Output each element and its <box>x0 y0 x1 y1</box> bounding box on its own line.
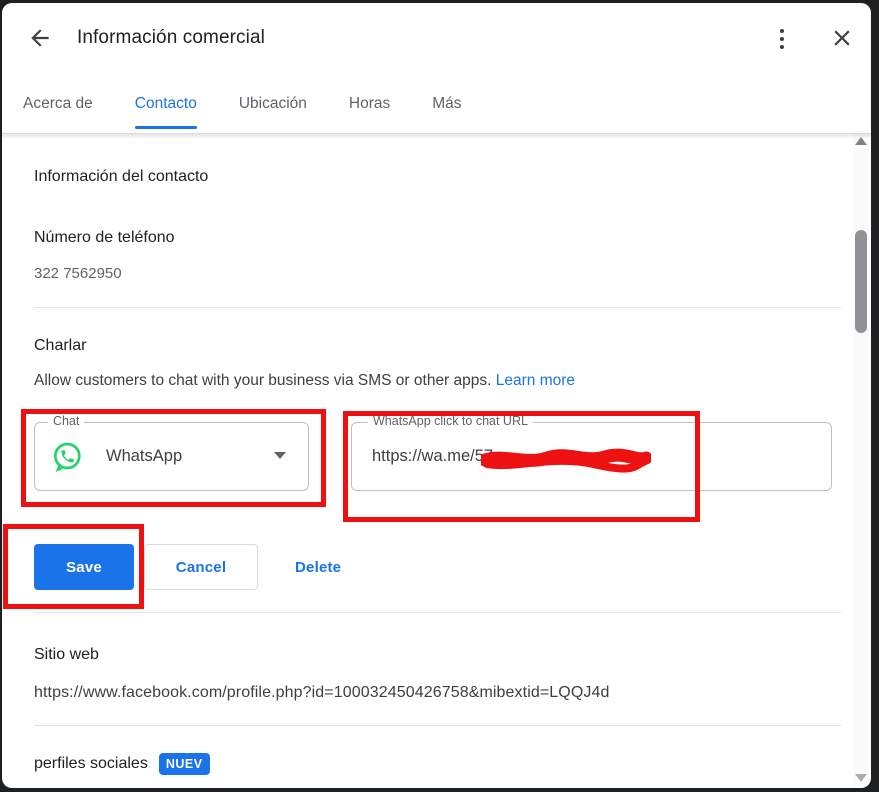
social-profiles-row: perfiles sociales NUEV <box>34 753 853 775</box>
chat-type-value: WhatsApp <box>106 447 182 466</box>
contact-info-heading: Información del contacto <box>34 168 853 186</box>
whatsapp-icon <box>50 440 84 474</box>
back-button[interactable] <box>26 25 54 53</box>
more-options-button[interactable] <box>768 25 796 53</box>
whatsapp-url-field: WhatsApp click to chat URL <box>351 422 832 491</box>
scrollbar-thumb[interactable] <box>855 230 867 333</box>
learn-more-link[interactable]: Learn more <box>496 372 575 389</box>
tab-ubicacion[interactable]: Ubicación <box>239 75 307 133</box>
section-divider <box>34 725 841 726</box>
chat-section-heading: Charlar <box>34 337 853 355</box>
scrollbar-up-arrow[interactable] <box>855 137 867 145</box>
whatsapp-url-input[interactable] <box>372 447 802 466</box>
business-info-dialog: Información comercial Acerca de Contacto… <box>2 3 871 788</box>
social-profiles-heading: perfiles sociales <box>34 755 148 773</box>
chat-description-text: Allow customers to chat with your busine… <box>34 372 491 389</box>
tab-bar: Acerca de Contacto Ubicación Horas Más <box>2 75 871 133</box>
back-arrow-icon <box>27 25 53 54</box>
chat-type-select[interactable]: Chat WhatsApp <box>34 422 309 491</box>
dialog-header: Información comercial <box>2 3 871 75</box>
tab-contacto[interactable]: Contacto <box>135 75 197 133</box>
dialog-title: Información comercial <box>77 27 265 49</box>
close-button[interactable] <box>828 25 856 53</box>
cancel-button[interactable]: Cancel <box>144 544 258 590</box>
form-buttons-row: Save Cancel Delete <box>34 544 853 590</box>
screen-background: Información comercial Acerca de Contacto… <box>0 0 879 792</box>
kebab-menu-icon <box>780 29 785 50</box>
scrollbar-down-arrow[interactable] <box>855 774 867 782</box>
website-url: https://www.facebook.com/profile.php?id=… <box>34 684 853 702</box>
tab-acerca-de[interactable]: Acerca de <box>23 75 93 133</box>
website-heading: Sitio web <box>34 646 853 664</box>
tab-mas[interactable]: Más <box>432 75 461 133</box>
chevron-down-icon <box>274 452 286 459</box>
phone-number-value: 322 7562950 <box>34 265 853 282</box>
section-divider <box>34 307 841 308</box>
new-badge: NUEV <box>159 753 210 775</box>
section-divider <box>34 612 841 613</box>
dialog-content: Información del contacto Número de teléf… <box>2 133 853 788</box>
scrollbar[interactable] <box>853 131 869 788</box>
chat-field-label: Chat <box>48 414 84 428</box>
whatsapp-url-label: WhatsApp click to chat URL <box>368 414 533 428</box>
delete-button[interactable]: Delete <box>283 551 353 584</box>
chat-section-description: Allow customers to chat with your busine… <box>34 372 853 390</box>
close-icon <box>829 25 855 54</box>
phone-number-label: Número de teléfono <box>34 229 853 247</box>
chat-fields-row: Chat WhatsApp Wha <box>34 422 853 491</box>
tab-horas[interactable]: Horas <box>349 75 390 133</box>
save-button[interactable]: Save <box>34 544 134 590</box>
